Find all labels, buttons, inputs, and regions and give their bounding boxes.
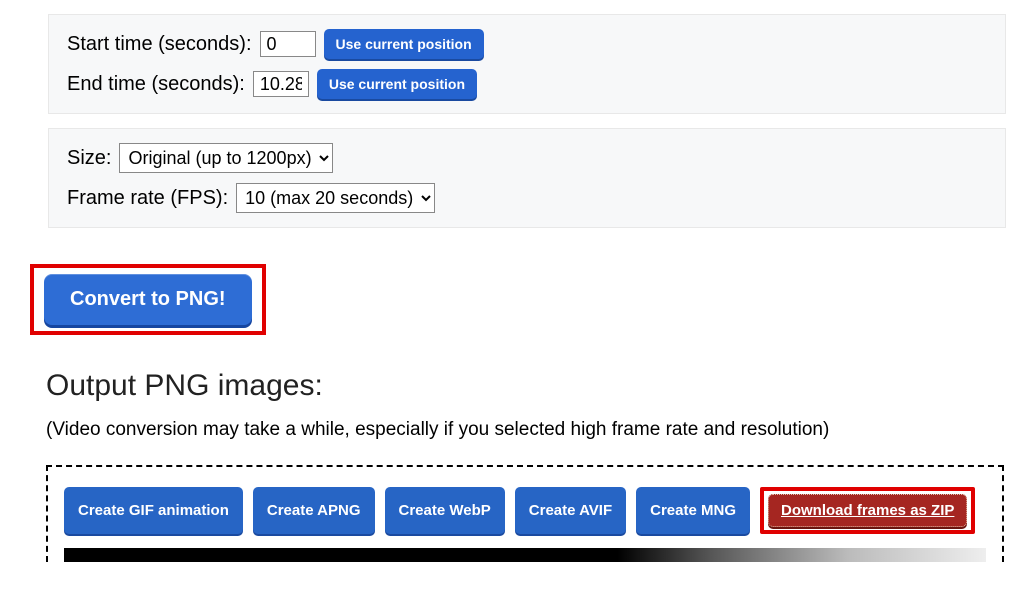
zip-highlight: Download frames as ZIP [760, 487, 975, 534]
output-note: (Video conversion may take a while, espe… [46, 419, 1004, 441]
start-time-input[interactable] [260, 31, 316, 57]
output-actions: Create GIF animation Create APNG Create … [64, 487, 986, 534]
output-heading: Output PNG images: [46, 369, 1024, 403]
size-select[interactable]: Original (up to 1200px) [119, 143, 333, 173]
end-time-label: End time (seconds): [67, 73, 245, 96]
create-apng-button[interactable]: Create APNG [253, 487, 375, 534]
start-time-label: Start time (seconds): [67, 33, 252, 56]
convert-highlight: Convert to PNG! [30, 264, 266, 335]
use-current-start-button[interactable]: Use current position [324, 29, 484, 59]
size-label: Size: [67, 147, 111, 170]
frames-preview [64, 548, 986, 562]
convert-button[interactable]: Convert to PNG! [44, 274, 252, 325]
start-time-row: Start time (seconds): Use current positi… [67, 29, 987, 59]
end-time-row: End time (seconds): Use current position [67, 69, 987, 99]
fps-row: Frame rate (FPS): 10 (max 20 seconds) [67, 183, 987, 213]
create-avif-button[interactable]: Create AVIF [515, 487, 626, 534]
use-current-end-button[interactable]: Use current position [317, 69, 477, 99]
end-time-input[interactable] [253, 71, 309, 97]
download-zip-button[interactable]: Download frames as ZIP [768, 494, 967, 527]
create-gif-button[interactable]: Create GIF animation [64, 487, 243, 534]
output-panel: Create GIF animation Create APNG Create … [46, 465, 1004, 562]
options-panel: Size: Original (up to 1200px) Frame rate… [48, 128, 1006, 228]
fps-label: Frame rate (FPS): [67, 187, 228, 210]
size-row: Size: Original (up to 1200px) [67, 143, 987, 173]
create-webp-button[interactable]: Create WebP [385, 487, 505, 534]
time-range-panel: Start time (seconds): Use current positi… [48, 14, 1006, 114]
fps-select[interactable]: 10 (max 20 seconds) [236, 183, 435, 213]
create-mng-button[interactable]: Create MNG [636, 487, 750, 534]
